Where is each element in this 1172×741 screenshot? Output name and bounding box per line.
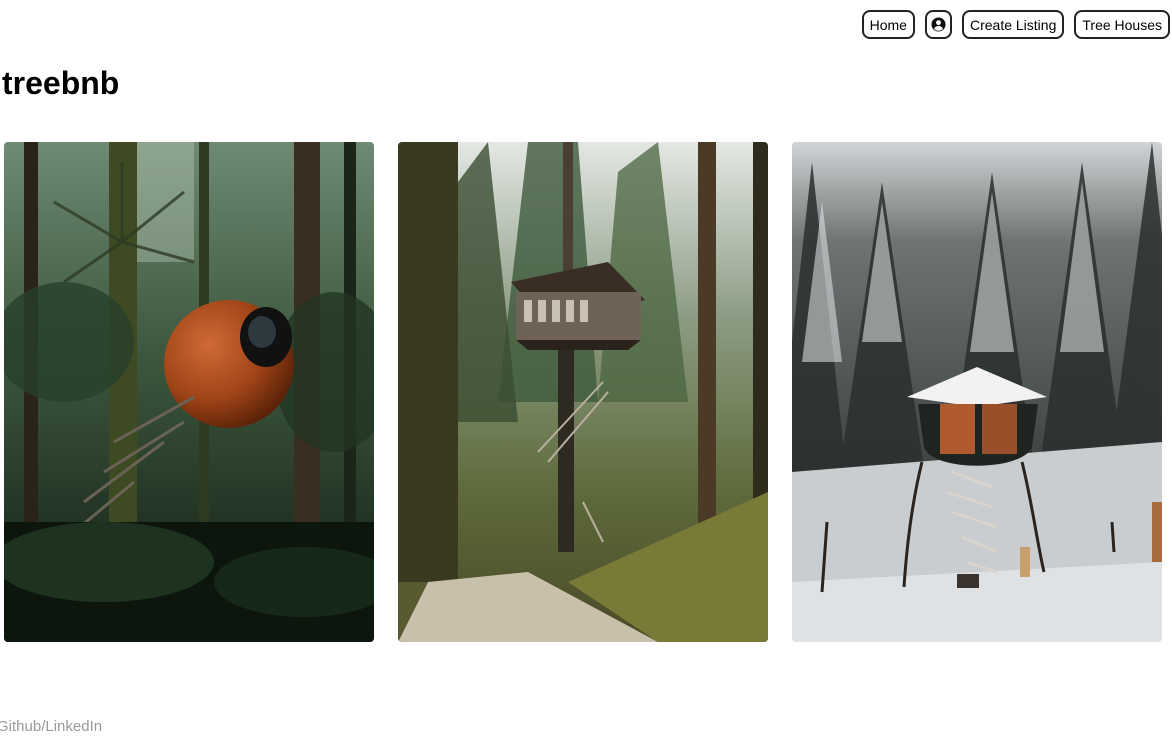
- top-nav: Home Create Listing Tree Houses: [861, 10, 1170, 39]
- footer-links[interactable]: Github/LinkedIn: [0, 718, 102, 735]
- home-button[interactable]: Home: [861, 10, 915, 39]
- page: Home Create Listing Tree Houses treebnb: [0, 0, 1172, 741]
- listing-card[interactable]: [398, 142, 768, 642]
- listing-card[interactable]: [4, 142, 374, 642]
- listing-grid: [4, 142, 1162, 642]
- listing-card[interactable]: [792, 142, 1162, 642]
- snowy-treehouse-photo: [792, 142, 1162, 642]
- sphere-treehouse-photo: [4, 142, 374, 642]
- user-circle-icon: [931, 17, 946, 32]
- create-listing-button[interactable]: Create Listing: [961, 10, 1065, 39]
- tower-treehouse-photo: [398, 142, 768, 642]
- profile-button[interactable]: [924, 10, 952, 39]
- tree-houses-button[interactable]: Tree Houses: [1074, 10, 1170, 39]
- site-title: treebnb: [2, 65, 120, 101]
